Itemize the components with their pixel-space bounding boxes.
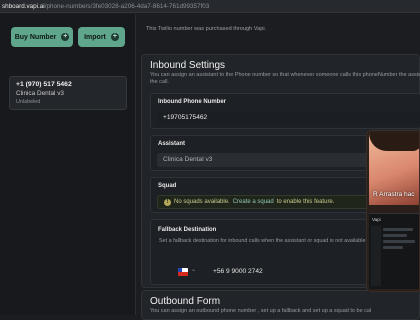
address-bar[interactable]: shboard.vapi.ai/phone-numbers/3fe03028-a… — [0, 0, 420, 13]
fallback-description: Set a fallback destination for inbound c… — [159, 238, 367, 244]
preview-sidebar — [371, 226, 381, 286]
label-tag: Unlabeled — [16, 99, 41, 105]
buy-number-button[interactable]: Buy Number + — [11, 27, 73, 47]
inbound-title: Inbound Settings — [150, 60, 226, 71]
inbound-phone-card: Inbound Phone Number +19705175462 — [150, 93, 420, 129]
outbound-title: Outbound Form — [150, 296, 221, 307]
squad-msg-before: No squads available. — [174, 199, 230, 205]
preview-line — [383, 246, 403, 249]
inbound-phone-label: Inbound Phone Number — [158, 99, 226, 105]
phone-number-text: +1 (970) 517 5462 — [16, 81, 72, 88]
url-path: /phone-numbers/3fe03028-a206-4da7-8614-7… — [44, 3, 210, 10]
preview-line — [383, 228, 413, 231]
outbound-form-panel: Outbound Form You can assign an outbound… — [141, 290, 420, 320]
inbound-description-cont: the call. — [150, 79, 169, 85]
import-button[interactable]: Import + — [78, 27, 125, 47]
phone-number-list-item[interactable]: +1 (970) 517 5462 Clinica Dental v3 Unla… — [9, 76, 127, 110]
plus-icon: + — [61, 33, 70, 41]
webcam-overlay: R Arrastra hac Vapi — [366, 130, 420, 292]
buy-number-label: Buy Number — [14, 33, 57, 41]
preview-line — [383, 234, 407, 237]
plus-icon: + — [110, 33, 119, 41]
inbound-phone-input[interactable]: +19705175462 — [157, 111, 420, 125]
assistant-label: Assistant — [158, 141, 186, 147]
assistant-name-text: Clinica Dental v3 — [16, 90, 64, 97]
import-label: Import — [84, 33, 106, 41]
sidebar: Buy Number + Import + +1 (970) 517 5462 … — [0, 14, 136, 315]
create-squad-link[interactable]: Create a squad — [233, 195, 274, 209]
preview-line — [383, 240, 415, 243]
screen-preview: Vapi — [369, 213, 419, 289]
chile-flag-icon[interactable] — [178, 268, 188, 276]
purchase-note: This Twilio number was purchased through… — [146, 26, 267, 32]
url-host: shboard.vapi.ai — [2, 3, 45, 10]
fallback-number-input[interactable]: +56 9 9000 2742 — [213, 268, 263, 275]
preview-title: Vapi — [372, 217, 381, 222]
webcam-video-hair — [369, 133, 419, 151]
warning-icon: ! — [164, 198, 171, 206]
chevron-down-icon[interactable]: ⌄ — [191, 266, 196, 273]
outbound-description: You can assign an outbound phone number … — [150, 308, 372, 314]
squad-msg-after: to enable this feature. — [276, 199, 335, 205]
overlay-caption: R Arrastra hac — [373, 191, 415, 198]
squad-label: Squad — [158, 183, 177, 189]
fallback-label: Fallback Destination — [158, 227, 217, 233]
